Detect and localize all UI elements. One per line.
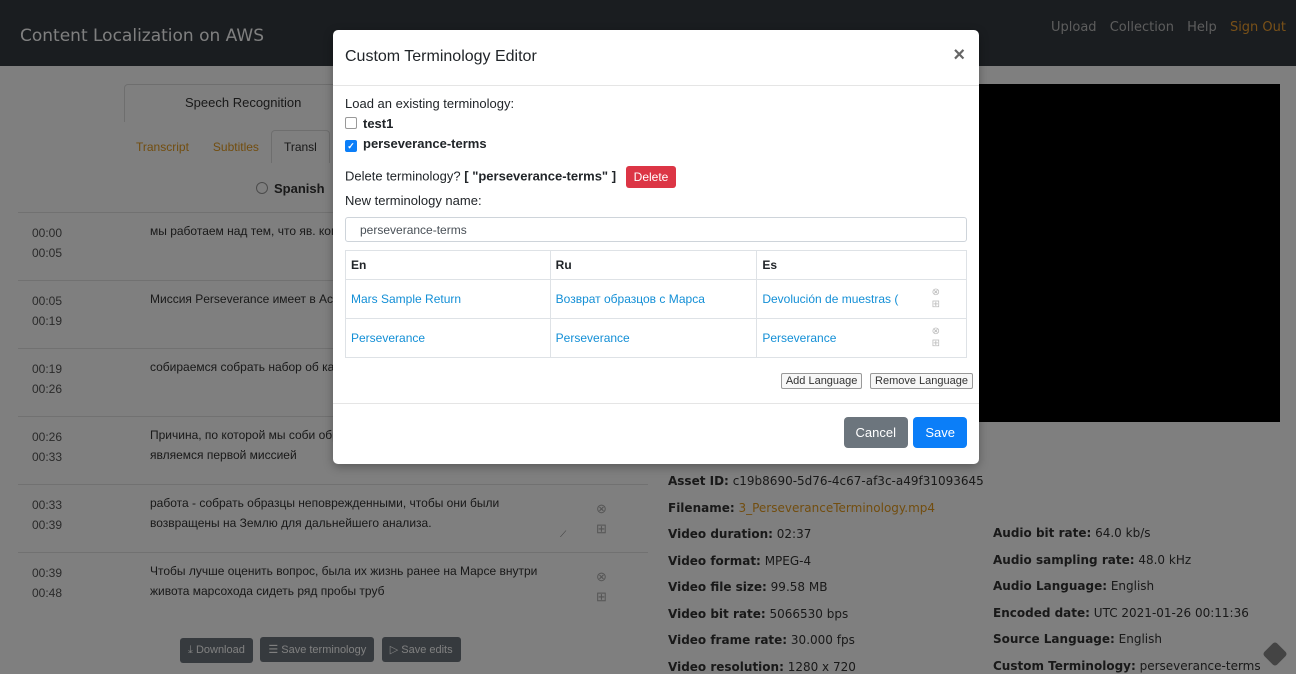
modal-header: Custom Terminology Editor × (333, 30, 979, 86)
term-text: Perseverance (351, 331, 426, 345)
add-language-button[interactable]: Add Language (780, 373, 863, 389)
term-text: Perseverance (762, 331, 837, 345)
add-row-icon[interactable]: ⊞ (932, 299, 940, 311)
term-cell[interactable]: Perseverance (345, 318, 551, 358)
delete-button[interactable]: Delete (625, 166, 677, 188)
checkbox[interactable] (345, 117, 357, 129)
column-header-ru: Ru (549, 250, 758, 280)
row-icons: ⊗ ⊞ (932, 326, 940, 350)
term-text: Devolución de muestras ( (762, 292, 899, 306)
modal-footer: Cancel Save (333, 403, 979, 464)
remove-language-button[interactable]: Remove Language (870, 373, 973, 389)
terminology-name: test1 (363, 116, 394, 131)
column-header-es: Es (756, 250, 967, 280)
term-cell[interactable]: Perseverance (549, 318, 758, 358)
term-cell[interactable]: Perseverance ⊗ ⊞ (756, 318, 967, 358)
table-header-row: En Ru Es (345, 250, 967, 280)
load-terminology-label: Load an existing terminology: (345, 96, 515, 111)
row-icons: ⊗ ⊞ (932, 287, 940, 311)
terminology-name: perseverance-terms (363, 136, 487, 151)
terminology-editor-modal: Custom Terminology Editor × Load an exis… (333, 30, 979, 464)
remove-row-icon[interactable]: ⊗ (932, 326, 940, 338)
save-button[interactable]: Save (913, 417, 967, 448)
term-text: Возврат образцов с Марса (555, 292, 705, 306)
checkbox-checked[interactable]: ✓ (345, 140, 357, 152)
terminology-table: En Ru Es Mars Sample Return Возврат обра… (345, 250, 967, 358)
term-text: Mars Sample Return (351, 292, 462, 306)
language-buttons: Add Language Remove Language (777, 372, 973, 389)
delete-row: Delete terminology? [ "perseverance-term… (345, 166, 677, 188)
terminology-option-perseverance[interactable]: ✓ perseverance-terms (345, 136, 487, 152)
delete-target: [ "perseverance-terms" ] (464, 168, 617, 184)
term-cell[interactable]: Mars Sample Return (345, 279, 551, 319)
term-text: Perseverance (555, 331, 630, 345)
remove-row-icon[interactable]: ⊗ (932, 287, 940, 299)
terminology-name-input[interactable] (345, 217, 967, 242)
modal-title: Custom Terminology Editor (345, 48, 537, 65)
table-row: Perseverance Perseverance Perseverance ⊗… (345, 318, 967, 358)
column-header-en: En (345, 250, 551, 280)
terminology-option-test1[interactable]: test1 (345, 116, 393, 131)
close-icon[interactable]: × (953, 44, 965, 67)
table-row: Mars Sample Return Возврат образцов с Ма… (345, 279, 967, 319)
term-cell[interactable]: Возврат образцов с Марса (549, 279, 758, 319)
add-row-icon[interactable]: ⊞ (932, 338, 940, 350)
new-name-label: New terminology name: (345, 193, 482, 208)
delete-prompt: Delete terminology? (345, 168, 461, 184)
term-cell[interactable]: Devolución de muestras ( ⊗ ⊞ (756, 279, 967, 319)
cancel-button[interactable]: Cancel (843, 417, 908, 448)
